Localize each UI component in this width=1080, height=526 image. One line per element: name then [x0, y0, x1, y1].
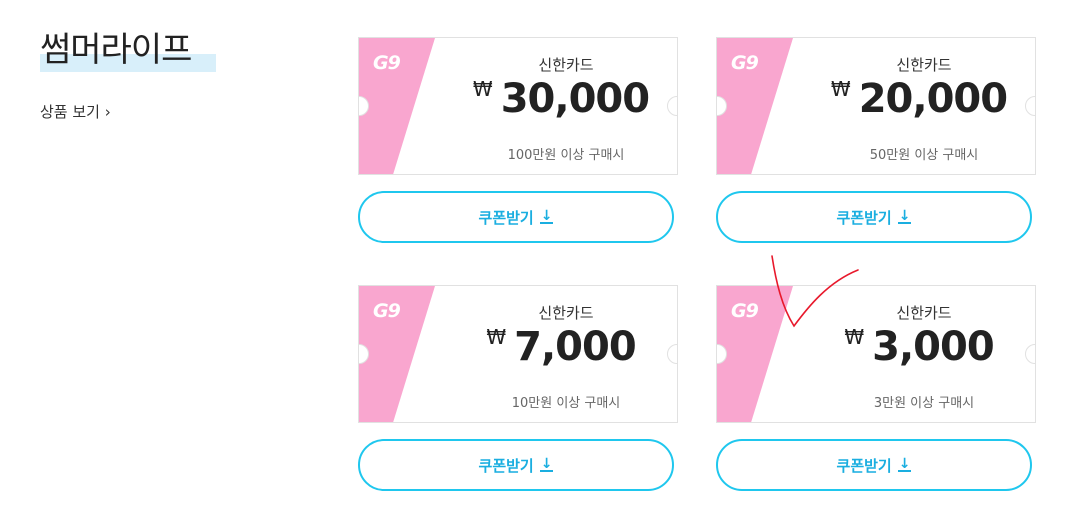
coupon-amount: ₩3,000: [803, 324, 1035, 370]
coupon-value: 30,000: [500, 76, 650, 122]
get-coupon-label: 쿠폰받기: [478, 208, 534, 227]
view-products-link[interactable]: 상품 보기 ›: [40, 101, 111, 122]
get-coupon-label: 쿠폰받기: [836, 208, 892, 227]
currency-symbol: ₩: [830, 77, 851, 101]
download-arrow-icon: ↓: [539, 208, 554, 224]
get-coupon-label: 쿠폰받기: [478, 456, 534, 475]
coupon-value: 20,000: [858, 76, 1008, 122]
currency-symbol: ₩: [472, 77, 493, 101]
download-arrow-icon: ↓: [539, 456, 554, 472]
coupon-card: G9 신한카드 ₩7,000 10만원 이상 구매시 쿠폰받기 ↓: [358, 285, 678, 491]
coupon-ticket: G9 신한카드 ₩30,000 100만원 이상 구매시: [358, 37, 678, 175]
g9-logo: G9: [373, 52, 401, 74]
coupon-issuer: 신한카드: [538, 304, 594, 322]
coupon-value: 3,000: [872, 324, 995, 370]
g9-logo: G9: [373, 300, 401, 322]
coupon-issuer: 신한카드: [896, 304, 952, 322]
get-coupon-button[interactable]: 쿠폰받기 ↓: [716, 191, 1032, 243]
get-coupon-button[interactable]: 쿠폰받기 ↓: [358, 191, 674, 243]
section-header: 썸머라이프: [40, 30, 216, 72]
get-coupon-button[interactable]: 쿠폰받기 ↓: [716, 439, 1032, 491]
coupon-condition: 100만원 이상 구매시: [507, 148, 625, 163]
coupon-value: 7,000: [514, 324, 637, 370]
currency-symbol: ₩: [486, 325, 507, 349]
coupon-condition: 3만원 이상 구매시: [873, 396, 975, 411]
currency-symbol: ₩: [844, 325, 865, 349]
coupon-card: G9 신한카드 ₩20,000 50만원 이상 구매시 쿠폰받기 ↓: [716, 37, 1036, 243]
coupon-card: G9 신한카드 ₩30,000 100만원 이상 구매시 쿠폰받기 ↓: [358, 37, 678, 243]
g9-logo: G9: [731, 300, 759, 322]
coupon-condition: 50만원 이상 구매시: [869, 148, 979, 163]
get-coupon-button[interactable]: 쿠폰받기 ↓: [358, 439, 674, 491]
coupon-amount: ₩20,000: [803, 76, 1035, 122]
g9-logo: G9: [731, 52, 759, 74]
coupon-condition: 10만원 이상 구매시: [511, 396, 621, 411]
coupon-card: G9 신한카드 ₩3,000 3만원 이상 구매시 쿠폰받기 ↓: [716, 285, 1036, 491]
section-title: 썸머라이프: [40, 30, 192, 70]
coupon-ticket: G9 신한카드 ₩20,000 50만원 이상 구매시: [716, 37, 1036, 175]
coupon-issuer: 신한카드: [896, 56, 952, 74]
download-arrow-icon: ↓: [897, 208, 912, 224]
coupon-issuer: 신한카드: [538, 56, 594, 74]
coupon-amount: ₩7,000: [445, 324, 677, 370]
coupon-ticket: G9 신한카드 ₩7,000 10만원 이상 구매시: [358, 285, 678, 423]
coupon-ticket: G9 신한카드 ₩3,000 3만원 이상 구매시: [716, 285, 1036, 423]
get-coupon-label: 쿠폰받기: [836, 456, 892, 475]
coupon-amount: ₩30,000: [445, 76, 677, 122]
download-arrow-icon: ↓: [897, 456, 912, 472]
